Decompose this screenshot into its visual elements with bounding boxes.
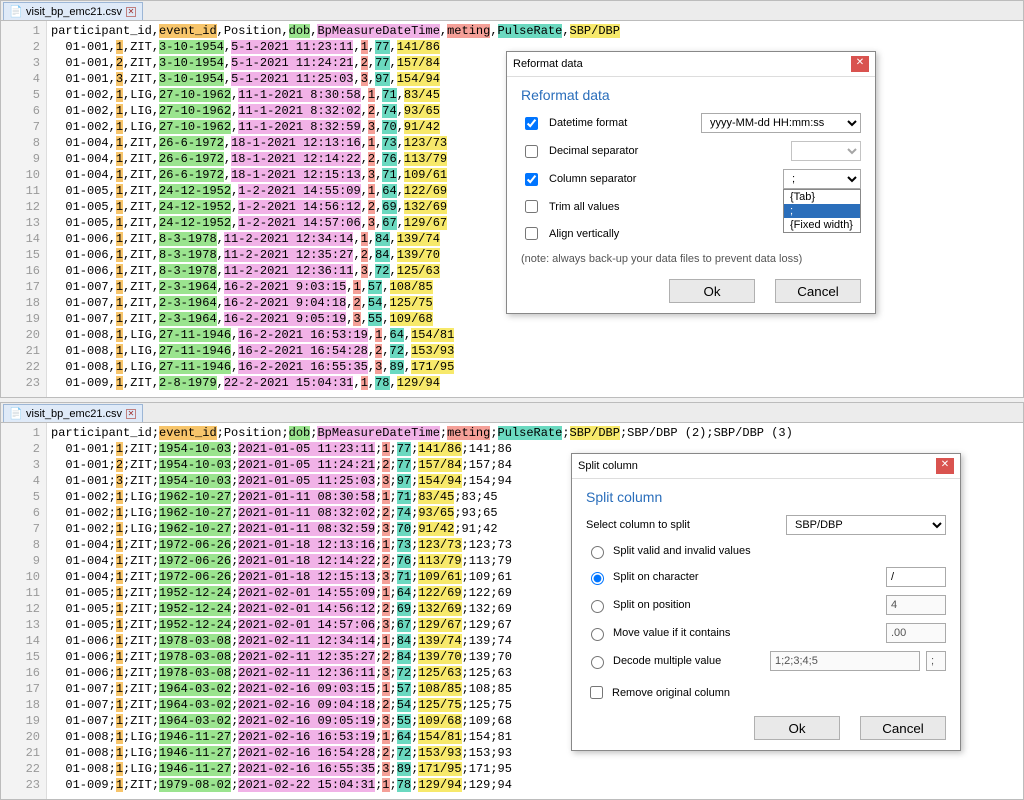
- split-valid-radio[interactable]: [591, 546, 604, 559]
- dialog-note: (note: always back-up your data files to…: [521, 253, 861, 265]
- ok-button[interactable]: Ok: [754, 716, 840, 740]
- split-pos-input[interactable]: [886, 595, 946, 615]
- editor-panel-top: 📄 visit_bp_emc21.csv ✕ 1 2 3 4 5 6 7 8 9…: [0, 0, 1024, 398]
- close-tab-icon[interactable]: ✕: [126, 7, 136, 17]
- datetime-checkbox[interactable]: [525, 117, 538, 130]
- trim-checkbox[interactable]: [525, 200, 538, 213]
- align-checkbox[interactable]: [525, 227, 538, 240]
- file-tab[interactable]: 📄 visit_bp_emc21.csv ✕: [3, 404, 143, 422]
- dialog-title: Reformat data: [513, 58, 583, 70]
- colsep-option[interactable]: {Tab}: [784, 190, 860, 204]
- editor-top[interactable]: 1 2 3 4 5 6 7 8 9 10 11 12 13 14 15 16 1…: [1, 21, 1023, 397]
- datetime-select[interactable]: yyyy-MM-dd HH:mm:ss: [701, 113, 861, 133]
- line-gutter: 1 2 3 4 5 6 7 8 9 10 11 12 13 14 15 16 1…: [1, 423, 47, 799]
- close-tab-icon[interactable]: ✕: [126, 409, 136, 419]
- file-tab-label: visit_bp_emc21.csv: [26, 408, 122, 420]
- colsep-label: Column separator: [549, 173, 775, 185]
- reformat-dialog: Reformat data ✕ Reformat data Datetime f…: [506, 51, 876, 314]
- split-char-radio[interactable]: [591, 572, 604, 585]
- file-tab[interactable]: 📄 visit_bp_emc21.csv ✕: [3, 2, 143, 20]
- split-pos-radio[interactable]: [591, 600, 604, 613]
- split-move-radio[interactable]: [591, 628, 604, 641]
- dialog-heading: Reformat data: [521, 87, 861, 103]
- cancel-button[interactable]: Cancel: [775, 279, 861, 303]
- colsep-option[interactable]: ;: [784, 204, 860, 218]
- tab-strip: 📄 visit_bp_emc21.csv ✕: [1, 403, 1023, 423]
- split-decode-label: Decode multiple value: [613, 655, 721, 667]
- dialog-titlebar: Split column ✕: [572, 454, 960, 479]
- line-gutter: 1 2 3 4 5 6 7 8 9 10 11 12 13 14 15 16 1…: [1, 21, 47, 397]
- split-move-label: Move value if it contains: [613, 627, 730, 639]
- split-pos-label: Split on position: [613, 599, 691, 611]
- editor-bottom[interactable]: 1 2 3 4 5 6 7 8 9 10 11 12 13 14 15 16 1…: [1, 423, 1023, 799]
- remove-original-checkbox[interactable]: [590, 686, 603, 699]
- decimal-label: Decimal separator: [549, 145, 783, 157]
- decimal-checkbox[interactable]: [525, 145, 538, 158]
- datetime-label: Datetime format: [549, 117, 693, 129]
- dialog-heading: Split column: [586, 489, 946, 505]
- dialog-close-button[interactable]: ✕: [936, 458, 954, 474]
- dialog-titlebar: Reformat data ✕: [507, 52, 875, 77]
- ok-button[interactable]: Ok: [669, 279, 755, 303]
- colsep-select[interactable]: ;: [783, 169, 861, 189]
- split-decode-input[interactable]: [770, 651, 920, 671]
- tab-strip: 📄 visit_bp_emc21.csv ✕: [1, 1, 1023, 21]
- split-char-label: Split on character: [613, 571, 699, 583]
- split-dialog: Split column ✕ Split column Select colum…: [571, 453, 961, 751]
- cancel-button[interactable]: Cancel: [860, 716, 946, 740]
- colsep-dropdown-list[interactable]: {Tab};{Fixed width}: [783, 189, 861, 233]
- colsep-option[interactable]: {Fixed width}: [784, 218, 860, 232]
- split-valid-label: Split valid and invalid values: [613, 545, 751, 557]
- colsep-checkbox[interactable]: [525, 173, 538, 186]
- remove-original-label: Remove original column: [612, 687, 730, 699]
- select-column-label: Select column to split: [586, 519, 778, 531]
- csv-file-icon: 📄: [10, 6, 22, 18]
- editor-panel-bottom: 📄 visit_bp_emc21.csv ✕ 1 2 3 4 5 6 7 8 9…: [0, 402, 1024, 800]
- split-char-input[interactable]: [886, 567, 946, 587]
- dialog-title: Split column: [578, 460, 638, 472]
- csv-file-icon: 📄: [10, 408, 22, 420]
- select-column-dropdown[interactable]: SBP/DBP: [786, 515, 946, 535]
- decimal-select[interactable]: [791, 141, 861, 161]
- dialog-close-button[interactable]: ✕: [851, 56, 869, 72]
- split-decode-radio[interactable]: [591, 656, 604, 669]
- split-move-input[interactable]: [886, 623, 946, 643]
- split-decode-sep-input[interactable]: [926, 651, 946, 671]
- file-tab-label: visit_bp_emc21.csv: [26, 6, 122, 18]
